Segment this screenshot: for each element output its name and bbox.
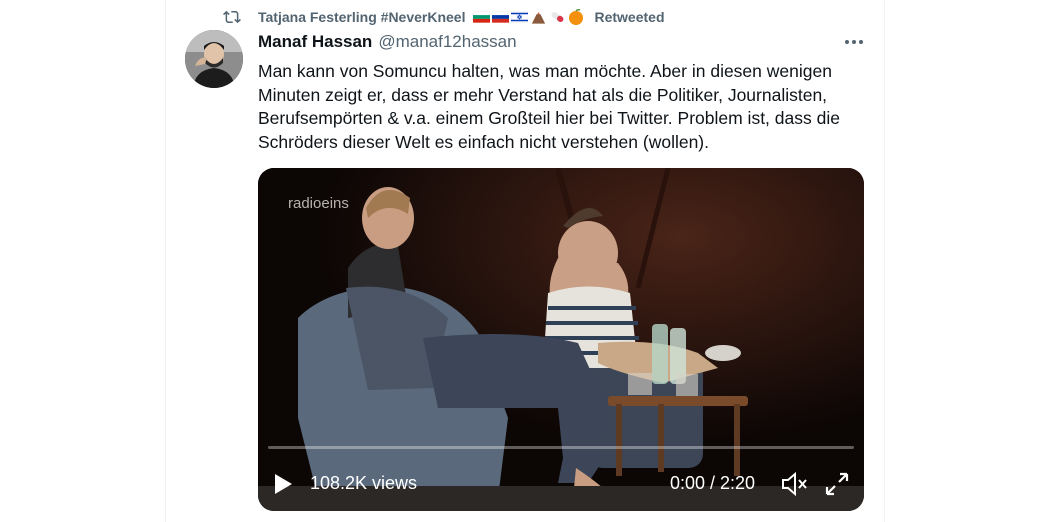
video-time: 0:00 / 2:20 bbox=[670, 473, 756, 493]
retweeted-label: Retweeted bbox=[594, 9, 665, 25]
tweet-text-line: Man kann von Somuncu halten, was man möc… bbox=[258, 61, 832, 81]
tweet-text-line: Minuten zeigt er, dass er mehr Verstand … bbox=[258, 84, 828, 105]
bulgaria-flag-icon bbox=[473, 11, 491, 23]
video-player[interactable]: radioeins 108.2K views 0:00 / 2:20 bbox=[258, 168, 864, 511]
more-options-button[interactable] bbox=[840, 32, 868, 52]
retweet-context: Tatjana Festerling #NeverKneel Retweeted bbox=[222, 6, 665, 28]
timeline-left-border bbox=[165, 0, 166, 522]
volcano-icon bbox=[532, 12, 546, 24]
mute-icon bbox=[782, 471, 807, 497]
tweet-text-line: Schröders dieser Welt es einfach nicht v… bbox=[258, 131, 710, 152]
orange-icon bbox=[569, 9, 584, 25]
video-controls: 108.2K views 0:00 / 2:20 bbox=[258, 466, 864, 502]
author-handle[interactable]: @manaf12hassan bbox=[378, 32, 516, 52]
play-icon bbox=[275, 474, 292, 494]
tweet-text-line: Berufsempörten & v.a. einem Großteil hie… bbox=[258, 108, 840, 128]
retweeter-name[interactable]: Tatjana Festerling #NeverKneel bbox=[258, 9, 465, 25]
pill-icon bbox=[552, 11, 564, 23]
flag-emojis bbox=[471, 9, 584, 25]
russia-flag-icon bbox=[492, 11, 510, 23]
israel-flag-icon bbox=[511, 11, 529, 23]
author-name[interactable]: Manaf Hassan bbox=[258, 32, 372, 52]
view-count: 108.2K views bbox=[310, 473, 418, 493]
video-progress-track[interactable] bbox=[268, 446, 854, 449]
timeline-right-border bbox=[884, 0, 885, 522]
author-avatar[interactable] bbox=[185, 30, 243, 88]
video-frame: radioeins bbox=[258, 168, 864, 511]
fullscreen-icon bbox=[825, 472, 849, 496]
more-icon bbox=[845, 40, 863, 44]
retweet-icon bbox=[222, 7, 242, 27]
video-watermark: radioeins bbox=[288, 195, 349, 212]
play-button[interactable] bbox=[272, 472, 294, 496]
tweet-header: Manaf Hassan @manaf12hassan bbox=[258, 32, 517, 52]
tweet-text: Man kann von Somuncu halten, was man möc… bbox=[258, 60, 858, 154]
fullscreen-button[interactable] bbox=[824, 471, 850, 497]
mute-button[interactable] bbox=[780, 471, 808, 497]
